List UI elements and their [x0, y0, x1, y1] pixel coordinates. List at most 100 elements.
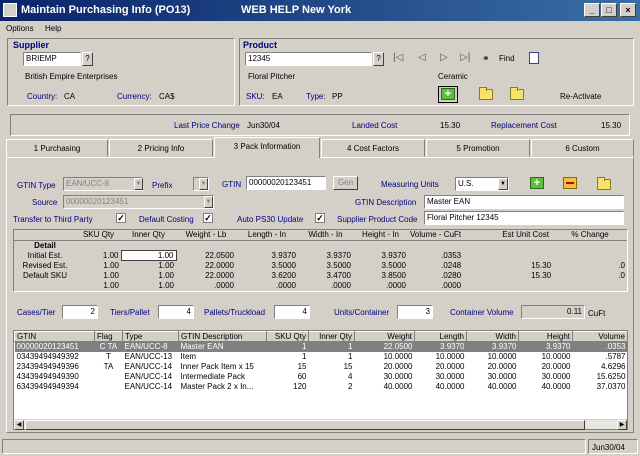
- measuring-units-dropdown-icon[interactable]: ▼: [498, 178, 508, 190]
- gtin-list-header[interactable]: Volume: [572, 331, 627, 342]
- gtin-list-header[interactable]: GTIN Description: [178, 331, 267, 342]
- measures-cell[interactable]: [408, 240, 463, 250]
- measures-cell[interactable]: .0000: [298, 280, 353, 290]
- measures-cell[interactable]: [76, 240, 121, 250]
- measures-cell[interactable]: 1.00: [76, 250, 121, 260]
- find-button[interactable]: Find: [499, 54, 515, 63]
- gtin-list-row[interactable]: 00000020123451 C TA EAN/UCC-8 Master EAN 1 1 2…: [14, 341, 627, 352]
- source-dropdown-icon[interactable]: ▼: [204, 196, 213, 208]
- tab-pricing-info[interactable]: 2 Pricing Info: [109, 139, 213, 157]
- tab-custom[interactable]: 6 Custom: [531, 139, 634, 157]
- source-select[interactable]: 00000020123451: [63, 195, 214, 209]
- units-container-input[interactable]: 3: [397, 305, 433, 319]
- transfer-checkbox[interactable]: ✓: [116, 213, 126, 223]
- measures-cell[interactable]: 3.5000: [298, 260, 353, 270]
- measures-cell[interactable]: 22.0000: [176, 260, 236, 270]
- gtin-list-header[interactable]: Length: [414, 331, 467, 342]
- tiers-pallet-input[interactable]: 4: [158, 305, 194, 319]
- measures-cell[interactable]: .0000: [408, 280, 463, 290]
- maximize-button[interactable]: □: [601, 3, 617, 17]
- measures-cell[interactable]: 1.00: [76, 260, 121, 270]
- gtin-list-header[interactable]: Flag: [94, 331, 123, 342]
- cases-tier-input[interactable]: 2: [62, 305, 98, 319]
- measures-cell[interactable]: 3.9370: [236, 250, 298, 260]
- measures-cell[interactable]: [121, 240, 176, 250]
- next-record-icon[interactable]: ▷: [440, 52, 448, 63]
- scroll-thumb[interactable]: [25, 420, 585, 430]
- gtin-list-row[interactable]: 23439494949396 TA EAN/UCC-14 Inner Pack Ite…: [15, 362, 628, 372]
- measures-cell[interactable]: 3.6200: [236, 270, 298, 280]
- gtin-list-header[interactable]: Height: [518, 331, 573, 342]
- measures-cell[interactable]: [298, 240, 353, 250]
- measures-cell[interactable]: 3.4700: [298, 270, 353, 280]
- auto-ps30-checkbox[interactable]: ✓: [315, 213, 325, 223]
- gen-button[interactable]: Gen: [333, 176, 358, 190]
- measures-cell[interactable]: .0000: [176, 280, 236, 290]
- binoculars-icon[interactable]: ⚭: [482, 53, 490, 64]
- last-record-icon[interactable]: ▷|: [460, 52, 470, 63]
- measures-cell[interactable]: 3.8500: [353, 270, 408, 280]
- default-costing-checkbox[interactable]: ✓: [203, 213, 213, 223]
- menu-options[interactable]: Options: [6, 24, 34, 33]
- gtin-list-header[interactable]: SKU Qty: [266, 331, 309, 342]
- gtin-list-header[interactable]: Inner Qty: [308, 331, 355, 342]
- gtin-type-select[interactable]: EAN/UCC-8: [63, 177, 143, 191]
- tab-pack-information[interactable]: 3 Pack Information: [214, 137, 320, 158]
- measures-cell[interactable]: 3.9370: [353, 250, 408, 260]
- gtin-list-row[interactable]: 63439494949394 EAN/UCC-14 Master Pack 2 x …: [15, 382, 628, 392]
- gtin-list-header[interactable]: Type: [122, 331, 179, 342]
- measures-cell[interactable]: 1.00: [121, 260, 176, 270]
- measures-cell[interactable]: 3.5000: [236, 260, 298, 270]
- measures-cell[interactable]: 3.9370: [298, 250, 353, 260]
- prefix-dropdown-icon[interactable]: ▼: [199, 178, 208, 190]
- measures-cell[interactable]: 22.0000: [176, 270, 236, 280]
- gtin-description-input[interactable]: Master EAN: [424, 195, 624, 209]
- prev-record-icon[interactable]: ◁: [418, 52, 426, 63]
- supplier-lookup-button[interactable]: ?: [82, 52, 93, 66]
- measures-cell[interactable]: .0280: [408, 270, 463, 280]
- pallets-truckload-input[interactable]: 4: [274, 305, 310, 319]
- tab-purchasing[interactable]: 1 Purchasing: [6, 139, 108, 157]
- gtin-list-header[interactable]: Weight: [354, 331, 415, 342]
- scroll-right-icon[interactable]: ▶: [617, 420, 627, 430]
- gtin-list-row[interactable]: 43439494949390 EAN/UCC-14 Intermediate Pac…: [15, 372, 628, 382]
- product-lookup-button[interactable]: ?: [373, 52, 384, 66]
- measures-cell[interactable]: 1.00: [76, 270, 121, 280]
- add-icon[interactable]: +: [441, 88, 455, 100]
- gtin-list-header[interactable]: Su: [628, 332, 629, 342]
- tab-cost-factors[interactable]: 4 Cost Factors: [321, 139, 425, 157]
- supplier-product-code-input[interactable]: Floral Pitcher 12345: [424, 211, 624, 225]
- menu-help[interactable]: Help: [45, 24, 61, 33]
- measures-cell[interactable]: .0000: [353, 280, 408, 290]
- gtin-type-dropdown-icon[interactable]: ▼: [134, 178, 143, 190]
- web-help-link[interactable]: WEB HELP: [241, 4, 299, 16]
- gtin-input[interactable]: 00000020123451: [246, 176, 326, 190]
- gtin-list-header[interactable]: GTIN: [14, 331, 95, 342]
- gtin-list-header[interactable]: Width: [466, 331, 519, 342]
- measures-cell[interactable]: 3.5000: [353, 260, 408, 270]
- measures-cell[interactable]: 1.00: [120, 249, 177, 261]
- product-code-input[interactable]: 12345: [245, 52, 372, 66]
- tab-promotion[interactable]: 5 Promotion: [426, 139, 530, 157]
- close-button[interactable]: ×: [620, 3, 636, 17]
- add-gtin-icon[interactable]: +: [530, 177, 544, 189]
- measures-cell[interactable]: .0248: [408, 260, 463, 270]
- gtin-folder-icon[interactable]: [597, 177, 611, 190]
- folder-edit-icon[interactable]: [479, 87, 493, 100]
- gtin-list-scrollbar[interactable]: ◀ ▶: [14, 419, 627, 430]
- scroll-left-icon[interactable]: ◀: [14, 420, 24, 430]
- delete-gtin-icon[interactable]: [563, 177, 577, 189]
- measures-cell[interactable]: [353, 240, 408, 250]
- reactivate-button[interactable]: Re-Activate: [560, 92, 601, 101]
- measures-cell[interactable]: [236, 240, 298, 250]
- measures-cell[interactable]: 1.00: [76, 280, 121, 290]
- measures-cell[interactable]: 22.0500: [176, 250, 236, 260]
- measures-cell[interactable]: .0353: [408, 250, 463, 260]
- gtin-list-row[interactable]: 03439494949392 T EAN/UCC-13 Item 1 1 10.0000 10…: [15, 352, 628, 362]
- folder-open-icon[interactable]: [510, 87, 524, 100]
- measures-cell[interactable]: 1.00: [121, 280, 176, 290]
- measures-cell[interactable]: .0000: [236, 280, 298, 290]
- minimize-button[interactable]: _: [584, 3, 600, 17]
- notepad-icon[interactable]: [529, 52, 539, 64]
- measures-cell[interactable]: 1.00: [121, 270, 176, 280]
